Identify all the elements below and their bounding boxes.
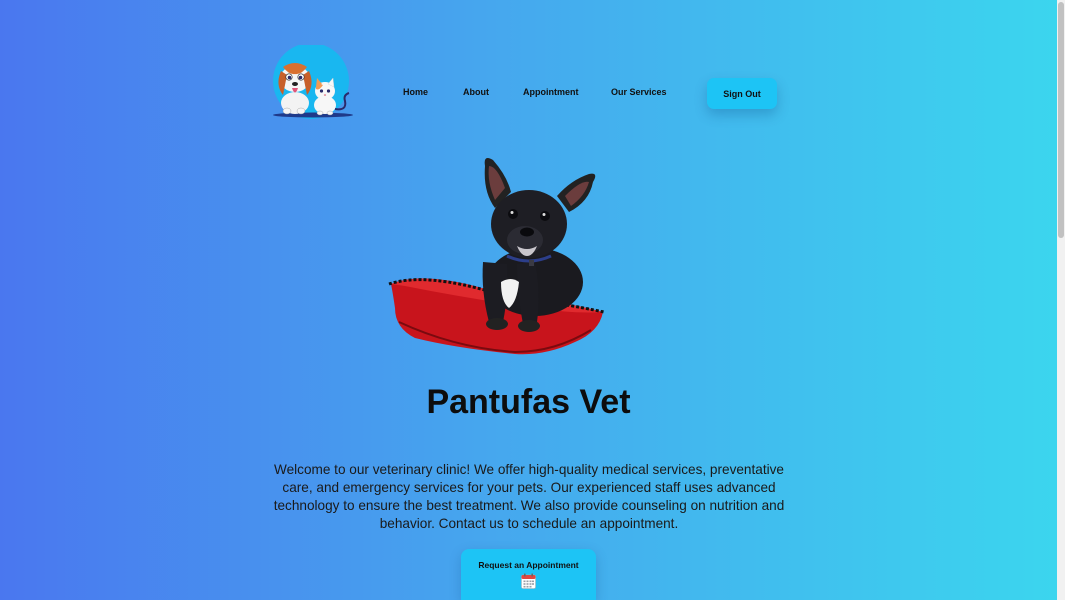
request-appointment-label: Request an Appointment bbox=[478, 560, 579, 570]
dog-and-cat-logo-icon[interactable] bbox=[271, 45, 355, 119]
main-nav: Home About Appointment Our Services bbox=[0, 87, 1057, 101]
request-appointment-button[interactable]: Request an Appointment bbox=[461, 549, 596, 600]
scrollbar-thumb[interactable] bbox=[1058, 2, 1064, 238]
nav-about-link[interactable]: About bbox=[463, 87, 489, 97]
sign-out-button[interactable]: Sign Out bbox=[707, 78, 777, 109]
page-scrollbar[interactable] bbox=[1057, 0, 1065, 600]
nav-home-link[interactable]: Home bbox=[403, 87, 428, 97]
french-bulldog-on-red-cushion-image bbox=[385, 152, 611, 362]
nav-appointment-link[interactable]: Appointment bbox=[523, 87, 579, 97]
nav-our-services-link[interactable]: Our Services bbox=[611, 87, 667, 97]
calendar-icon bbox=[521, 573, 536, 589]
page: Home About Appointment Our Services Sign… bbox=[0, 0, 1057, 600]
page-title: Pantufas Vet bbox=[426, 383, 631, 421]
clinic-description: Welcome to our veterinary clinic! We off… bbox=[273, 462, 785, 531]
